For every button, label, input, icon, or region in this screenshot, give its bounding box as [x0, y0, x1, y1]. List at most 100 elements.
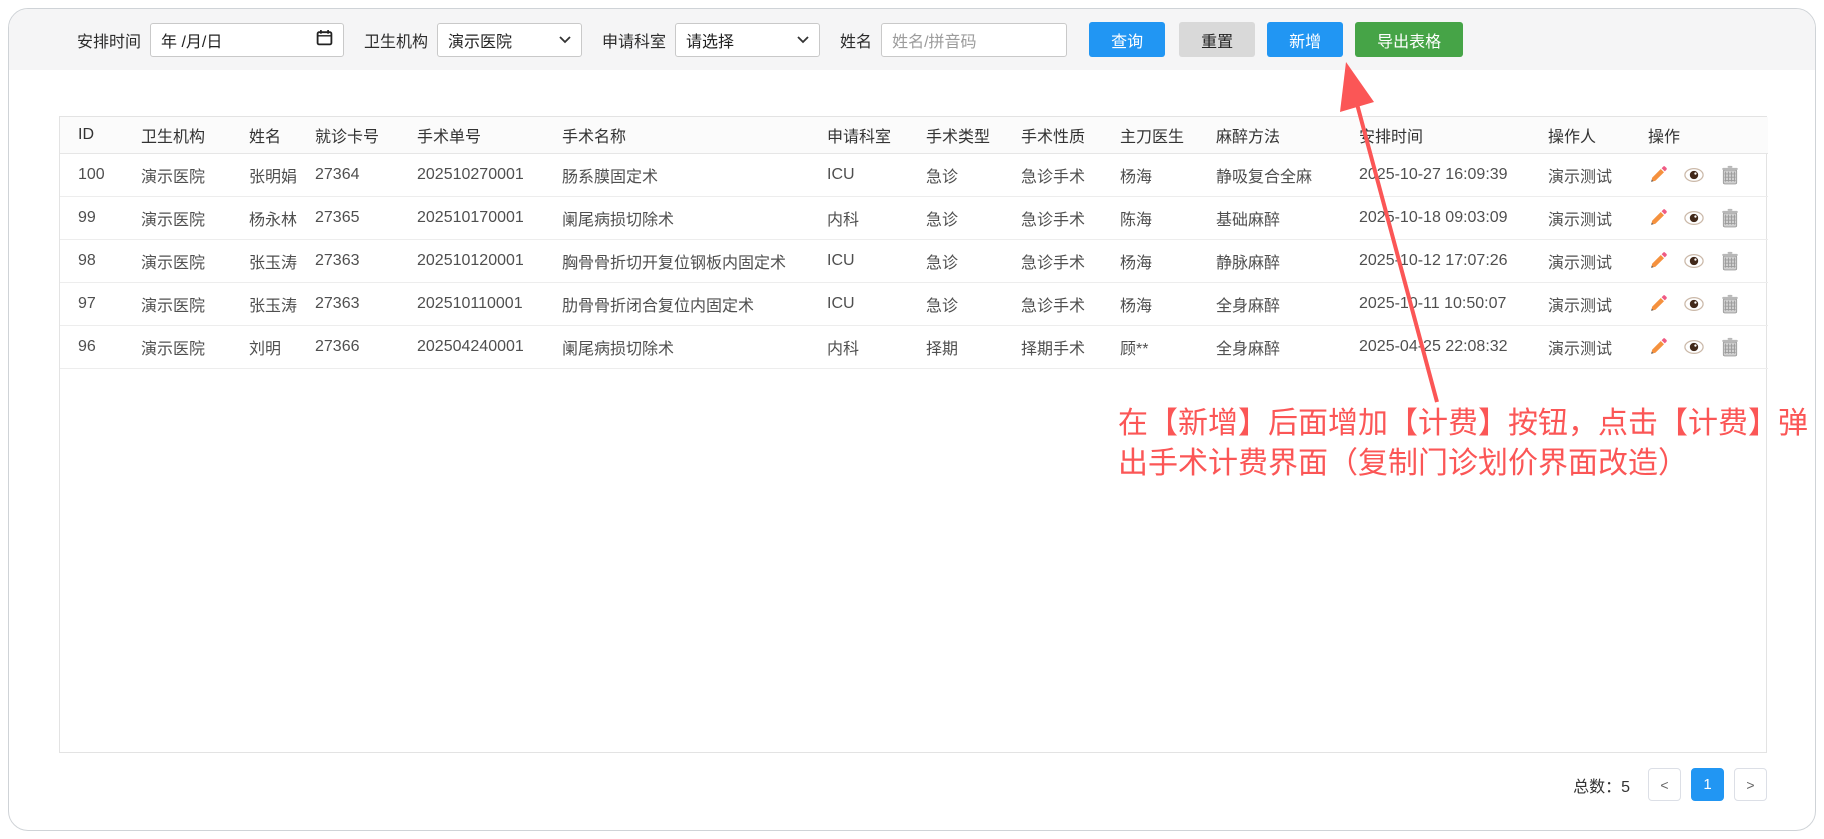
annotation-line-1: 在【新增】后面增加【计费】按钮，点击【计费】弹 [1118, 404, 1824, 444]
total-count-value: 5 [1621, 779, 1630, 796]
view-eye-icon[interactable] [1684, 294, 1704, 314]
row-actions [1648, 337, 1768, 357]
cell-org: 演示医院 [123, 154, 231, 197]
cell-type: 急诊 [908, 197, 1003, 240]
add-button[interactable]: 新增 [1267, 22, 1343, 57]
name-input[interactable]: 姓名/拼音码 [881, 23, 1067, 57]
col-name: 姓名 [231, 117, 297, 154]
cell-card: 27365 [297, 197, 399, 240]
cell-id: 100 [60, 154, 123, 197]
cell-schedule-time: 2025-04-25 22:08:32 [1341, 326, 1530, 369]
cell-card: 27364 [297, 154, 399, 197]
view-eye-icon[interactable] [1684, 165, 1704, 185]
cell-surgeon: 杨海 [1102, 240, 1198, 283]
cell-operator: 演示测试 [1530, 197, 1630, 240]
name-filter: 姓名 姓名/拼音码 [840, 23, 1067, 57]
col-id: ID [60, 117, 123, 154]
cell-operator: 演示测试 [1530, 283, 1630, 326]
cell-surgery-name: 肠系膜固定术 [544, 154, 809, 197]
schedule-time-label: 安排时间 [77, 28, 141, 52]
cell-card: 27363 [297, 240, 399, 283]
cell-schedule-time: 2025-10-12 17:07:26 [1341, 240, 1530, 283]
cell-order-no: 202510120001 [399, 240, 544, 283]
col-org: 卫生机构 [123, 117, 231, 154]
cell-schedule-time: 2025-10-11 10:50:07 [1341, 283, 1530, 326]
delete-trash-icon[interactable] [1720, 337, 1740, 357]
org-select-value: 演示医院 [448, 28, 512, 52]
cell-dept: ICU [809, 154, 908, 197]
cell-order-no: 202510110001 [399, 283, 544, 326]
prev-page-button[interactable]: < [1648, 768, 1681, 801]
name-label: 姓名 [840, 28, 872, 52]
col-type: 手术类型 [908, 117, 1003, 154]
dept-select[interactable]: 请选择 [675, 23, 820, 57]
delete-trash-icon[interactable] [1720, 294, 1740, 314]
cell-org: 演示医院 [123, 197, 231, 240]
reset-button[interactable]: 重置 [1179, 22, 1255, 57]
row-actions [1648, 208, 1768, 228]
cell-name: 刘明 [231, 326, 297, 369]
delete-trash-icon[interactable] [1720, 208, 1740, 228]
cell-surgeon: 杨海 [1102, 154, 1198, 197]
delete-trash-icon[interactable] [1720, 165, 1740, 185]
cell-surgeon: 陈海 [1102, 197, 1198, 240]
table-row: 96 演示医院 刘明 27366 202504240001 阑尾病损切除术 内科… [60, 326, 1768, 369]
toolbar-buttons: 查询 重置 新增 导出表格 [1089, 22, 1463, 57]
cell-anesthesia: 静脉麻醉 [1198, 240, 1341, 283]
edit-pencil-icon[interactable] [1648, 208, 1668, 228]
page-number-1[interactable]: 1 [1691, 768, 1724, 801]
cell-nature: 急诊手术 [1003, 154, 1102, 197]
cell-name: 杨永林 [231, 197, 297, 240]
cell-surgery-name: 肋骨骨折闭合复位内固定术 [544, 283, 809, 326]
next-page-button[interactable]: > [1734, 768, 1767, 801]
pagination: 总数：5 < 1 > [59, 768, 1767, 801]
col-anesthesia: 麻醉方法 [1198, 117, 1341, 154]
cell-order-no: 202504240001 [399, 326, 544, 369]
org-select[interactable]: 演示医院 [437, 23, 582, 57]
cell-dept: ICU [809, 240, 908, 283]
edit-pencil-icon[interactable] [1648, 165, 1668, 185]
col-dept: 申请科室 [809, 117, 908, 154]
cell-order-no: 202510270001 [399, 154, 544, 197]
cell-card: 27363 [297, 283, 399, 326]
cell-type: 急诊 [908, 283, 1003, 326]
row-actions [1648, 251, 1768, 271]
cell-nature: 急诊手术 [1003, 197, 1102, 240]
export-button[interactable]: 导出表格 [1355, 22, 1463, 57]
cell-org: 演示医院 [123, 326, 231, 369]
edit-pencil-icon[interactable] [1648, 294, 1668, 314]
schedule-date-input[interactable]: 年 /月/日 [150, 23, 344, 57]
cell-name: 张玉涛 [231, 240, 297, 283]
edit-pencil-icon[interactable] [1648, 337, 1668, 357]
cell-operator: 演示测试 [1530, 240, 1630, 283]
dept-label: 申请科室 [602, 28, 666, 52]
row-actions [1648, 294, 1768, 314]
schedule-time-filter: 安排时间 年 /月/日 [77, 23, 344, 57]
cell-id: 96 [60, 326, 123, 369]
cell-anesthesia: 全身麻醉 [1198, 326, 1341, 369]
cell-id: 97 [60, 283, 123, 326]
row-actions [1648, 165, 1768, 185]
total-count-label: 总数：5 [1573, 773, 1630, 797]
dept-filter: 申请科室 请选择 [602, 23, 820, 57]
cell-surgery-name: 胸骨骨折切开复位钢板内固定术 [544, 240, 809, 283]
cell-anesthesia: 基础麻醉 [1198, 197, 1341, 240]
table-row: 100 演示医院 张明娟 27364 202510270001 肠系膜固定术 I… [60, 154, 1768, 197]
chevron-down-icon [797, 31, 809, 49]
table-row: 99 演示医院 杨永林 27365 202510170001 阑尾病损切除术 内… [60, 197, 1768, 240]
delete-trash-icon[interactable] [1720, 251, 1740, 271]
col-order-no: 手术单号 [399, 117, 544, 154]
view-eye-icon[interactable] [1684, 208, 1704, 228]
filter-toolbar: 安排时间 年 /月/日 卫生机构 演示医院 申请科室 请选择 姓名 姓名/拼音 [9, 9, 1815, 70]
view-eye-icon[interactable] [1684, 337, 1704, 357]
query-button[interactable]: 查询 [1089, 22, 1165, 57]
edit-pencil-icon[interactable] [1648, 251, 1668, 271]
calendar-icon[interactable] [316, 29, 333, 51]
view-eye-icon[interactable] [1684, 251, 1704, 271]
cell-dept: 内科 [809, 326, 908, 369]
dept-select-value: 请选择 [686, 28, 734, 52]
org-filter: 卫生机构 演示医院 [364, 23, 582, 57]
cell-name: 张明娟 [231, 154, 297, 197]
cell-nature: 急诊手术 [1003, 283, 1102, 326]
cell-dept: 内科 [809, 197, 908, 240]
